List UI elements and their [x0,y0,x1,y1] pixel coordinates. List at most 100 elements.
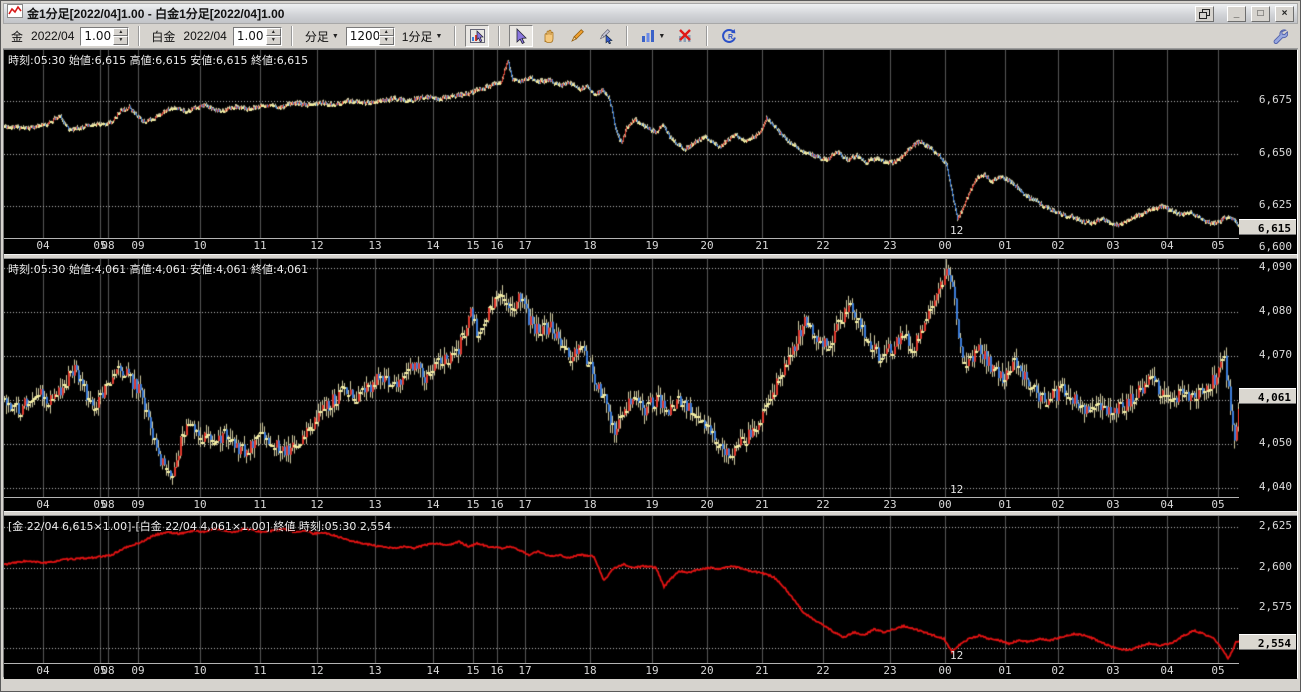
x-axis-hour-label: 02 [1051,499,1064,511]
bar-type-label: 分足 [305,28,329,45]
x-axis-hour-label: 15 [466,665,479,677]
x-axis-hour-label: 21 [755,499,768,511]
toolbar-separator [291,26,293,46]
draw-line-tool-button[interactable] [565,25,589,47]
spread-price-axis: 2,6252,6002,5752,554 [1239,516,1297,679]
x-axis-hour-label: 17 [518,240,531,252]
select-tool-button[interactable] [509,25,533,47]
price-axis-label: 6,600 [1259,241,1292,253]
wrench-icon [1272,28,1288,44]
spin-up-icon[interactable]: ▲ [379,28,394,37]
restore-window-button[interactable] [1195,6,1214,22]
minimize-button[interactable]: _ [1227,6,1246,22]
gold-time-axis: 0405080910111213141516171819202122230001… [4,238,1239,253]
spin-up-icon[interactable]: ▲ [113,28,128,37]
toolbar-separator [138,26,140,46]
settings-button[interactable] [1268,25,1292,47]
x-axis-hour-label: 02 [1051,240,1064,252]
titlebar[interactable]: 金1分足[2022/04]1.00 - 白金1分足[2022/04]1.00 _… [3,3,1298,24]
toolbar-separator [706,26,708,46]
window-title: 金1分足[2022/04]1.00 - 白金1分足[2022/04]1.00 [27,5,284,22]
x-axis-hour-label: 20 [700,499,713,511]
x-axis-hour-label: 15 [466,240,479,252]
bar-count-spinner[interactable]: 1200 ▲ ▼ [346,27,395,46]
platinum-candles-canvas[interactable] [4,259,1239,497]
refresh-icon: R [721,28,737,44]
gold-plot-area[interactable]: 時刻:05:30 始値:6,615 高値:6,615 安値:6,615 終値:6… [4,50,1239,254]
bar-count-value: 1200 [347,28,379,45]
chevron-down-icon: ▼ [332,33,339,40]
spin-down-icon[interactable]: ▼ [266,36,281,45]
platinum-multiplier-value: 1.00 [234,28,266,45]
edit-line-tool-button[interactable] [593,25,617,47]
toolbar-separator [626,26,628,46]
x-axis-hour-label: 01 [998,240,1011,252]
spin-down-icon[interactable]: ▼ [113,36,128,45]
price-axis-label: 4,040 [1259,481,1292,493]
gold-contract-month[interactable]: 2022/04 [29,29,76,43]
x-axis-hour-label: 00 [938,665,951,677]
x-axis-hour-label: 23 [883,665,896,677]
interval-label: 1分足 [402,28,433,45]
platinum-contract-month[interactable]: 2022/04 [181,29,228,43]
x-axis-hour-label: 16 [490,499,503,511]
chevron-down-icon: ▼ [435,33,442,40]
gold-multiplier-spinner[interactable]: 1.00 ▲ ▼ [80,27,129,46]
interval-dropdown[interactable]: 1分足 ▼ [399,28,446,45]
x-axis-hour-label: 05 [1211,499,1224,511]
gold-candles-canvas[interactable] [4,50,1239,238]
chart-style-button[interactable]: ▼ [637,25,669,47]
x-axis-hour-label: 13 [368,499,381,511]
platinum-ohlc-readout: 時刻:05:30 始値:4,061 高値:4,061 安値:4,061 終値:4… [8,261,308,277]
x-axis-hour-label: 04 [36,240,49,252]
x-axis-hour-label: 09 [131,240,144,252]
crosshair-tool-button[interactable] [465,25,489,47]
x-axis-hour-label: 14 [426,240,439,252]
maximize-button[interactable]: □ [1251,6,1270,22]
x-axis-hour-label: 04 [1160,499,1173,511]
price-axis-label: 4,080 [1259,305,1292,317]
last-price-badge: 6,615 [1239,219,1296,235]
x-axis-hour-label: 05 [1211,665,1224,677]
x-axis-hour-label: 00 [938,499,951,511]
x-axis-hour-label: 04 [1160,240,1173,252]
x-axis-hour-label: 10 [193,499,206,511]
platinum-price-axis: 4,0904,0804,0704,0504,0404,061 [1239,259,1297,511]
price-axis-label: 6,625 [1259,199,1292,211]
gold-price-axis: 6,6756,6506,6256,6006,615 [1239,50,1297,254]
x-axis-hour-label: 14 [426,499,439,511]
x-axis-hour-label: 17 [518,665,531,677]
x-axis-hour-label: 04 [36,665,49,677]
x-axis-hour-label: 08 [101,240,114,252]
pencil-icon [569,28,585,44]
platinum-plot-area[interactable]: 時刻:05:30 始値:4,061 高値:4,061 安値:4,061 終値:4… [4,259,1239,511]
chart-app-window: 金1分足[2022/04]1.00 - 白金1分足[2022/04]1.00 _… [0,0,1301,692]
price-axis-label: 2,575 [1259,601,1292,613]
x-axis-hour-label: 08 [101,499,114,511]
platinum-multiplier-spinner[interactable]: 1.00 ▲ ▼ [233,27,282,46]
x-axis-hour-label: 09 [131,665,144,677]
delete-x-icon [677,28,693,44]
x-axis-hour-label: 09 [131,499,144,511]
price-axis-label: 4,070 [1259,349,1292,361]
spread-line-canvas[interactable] [4,516,1239,663]
spin-down-icon[interactable]: ▼ [379,36,394,45]
x-axis-hour-label: 21 [755,665,768,677]
x-axis-hour-label: 23 [883,240,896,252]
close-button[interactable]: × [1275,6,1294,22]
x-axis-hour-label: 16 [490,240,503,252]
spread-plot-area[interactable]: [金 22/04 6,615×1.00]-[白金 22/04 4,061×1.0… [4,516,1239,679]
x-axis-hour-label: 04 [1160,665,1173,677]
toolbar-separator [454,26,456,46]
pan-tool-button[interactable] [537,25,561,47]
spinner-buttons: ▲ ▼ [379,28,394,45]
x-axis-hour-label: 03 [1106,240,1119,252]
x-axis-hour-label: 13 [368,665,381,677]
refresh-button[interactable]: R [717,25,741,47]
delete-chart-button[interactable] [673,25,697,47]
spin-up-icon[interactable]: ▲ [266,28,281,37]
x-axis-hour-label: 11 [253,240,266,252]
chart-area: 時刻:05:30 始値:6,615 高値:6,615 安値:6,615 終値:6… [3,49,1298,678]
bar-type-dropdown[interactable]: 分足 ▼ [302,28,342,45]
x-axis-hour-label: 22 [816,665,829,677]
